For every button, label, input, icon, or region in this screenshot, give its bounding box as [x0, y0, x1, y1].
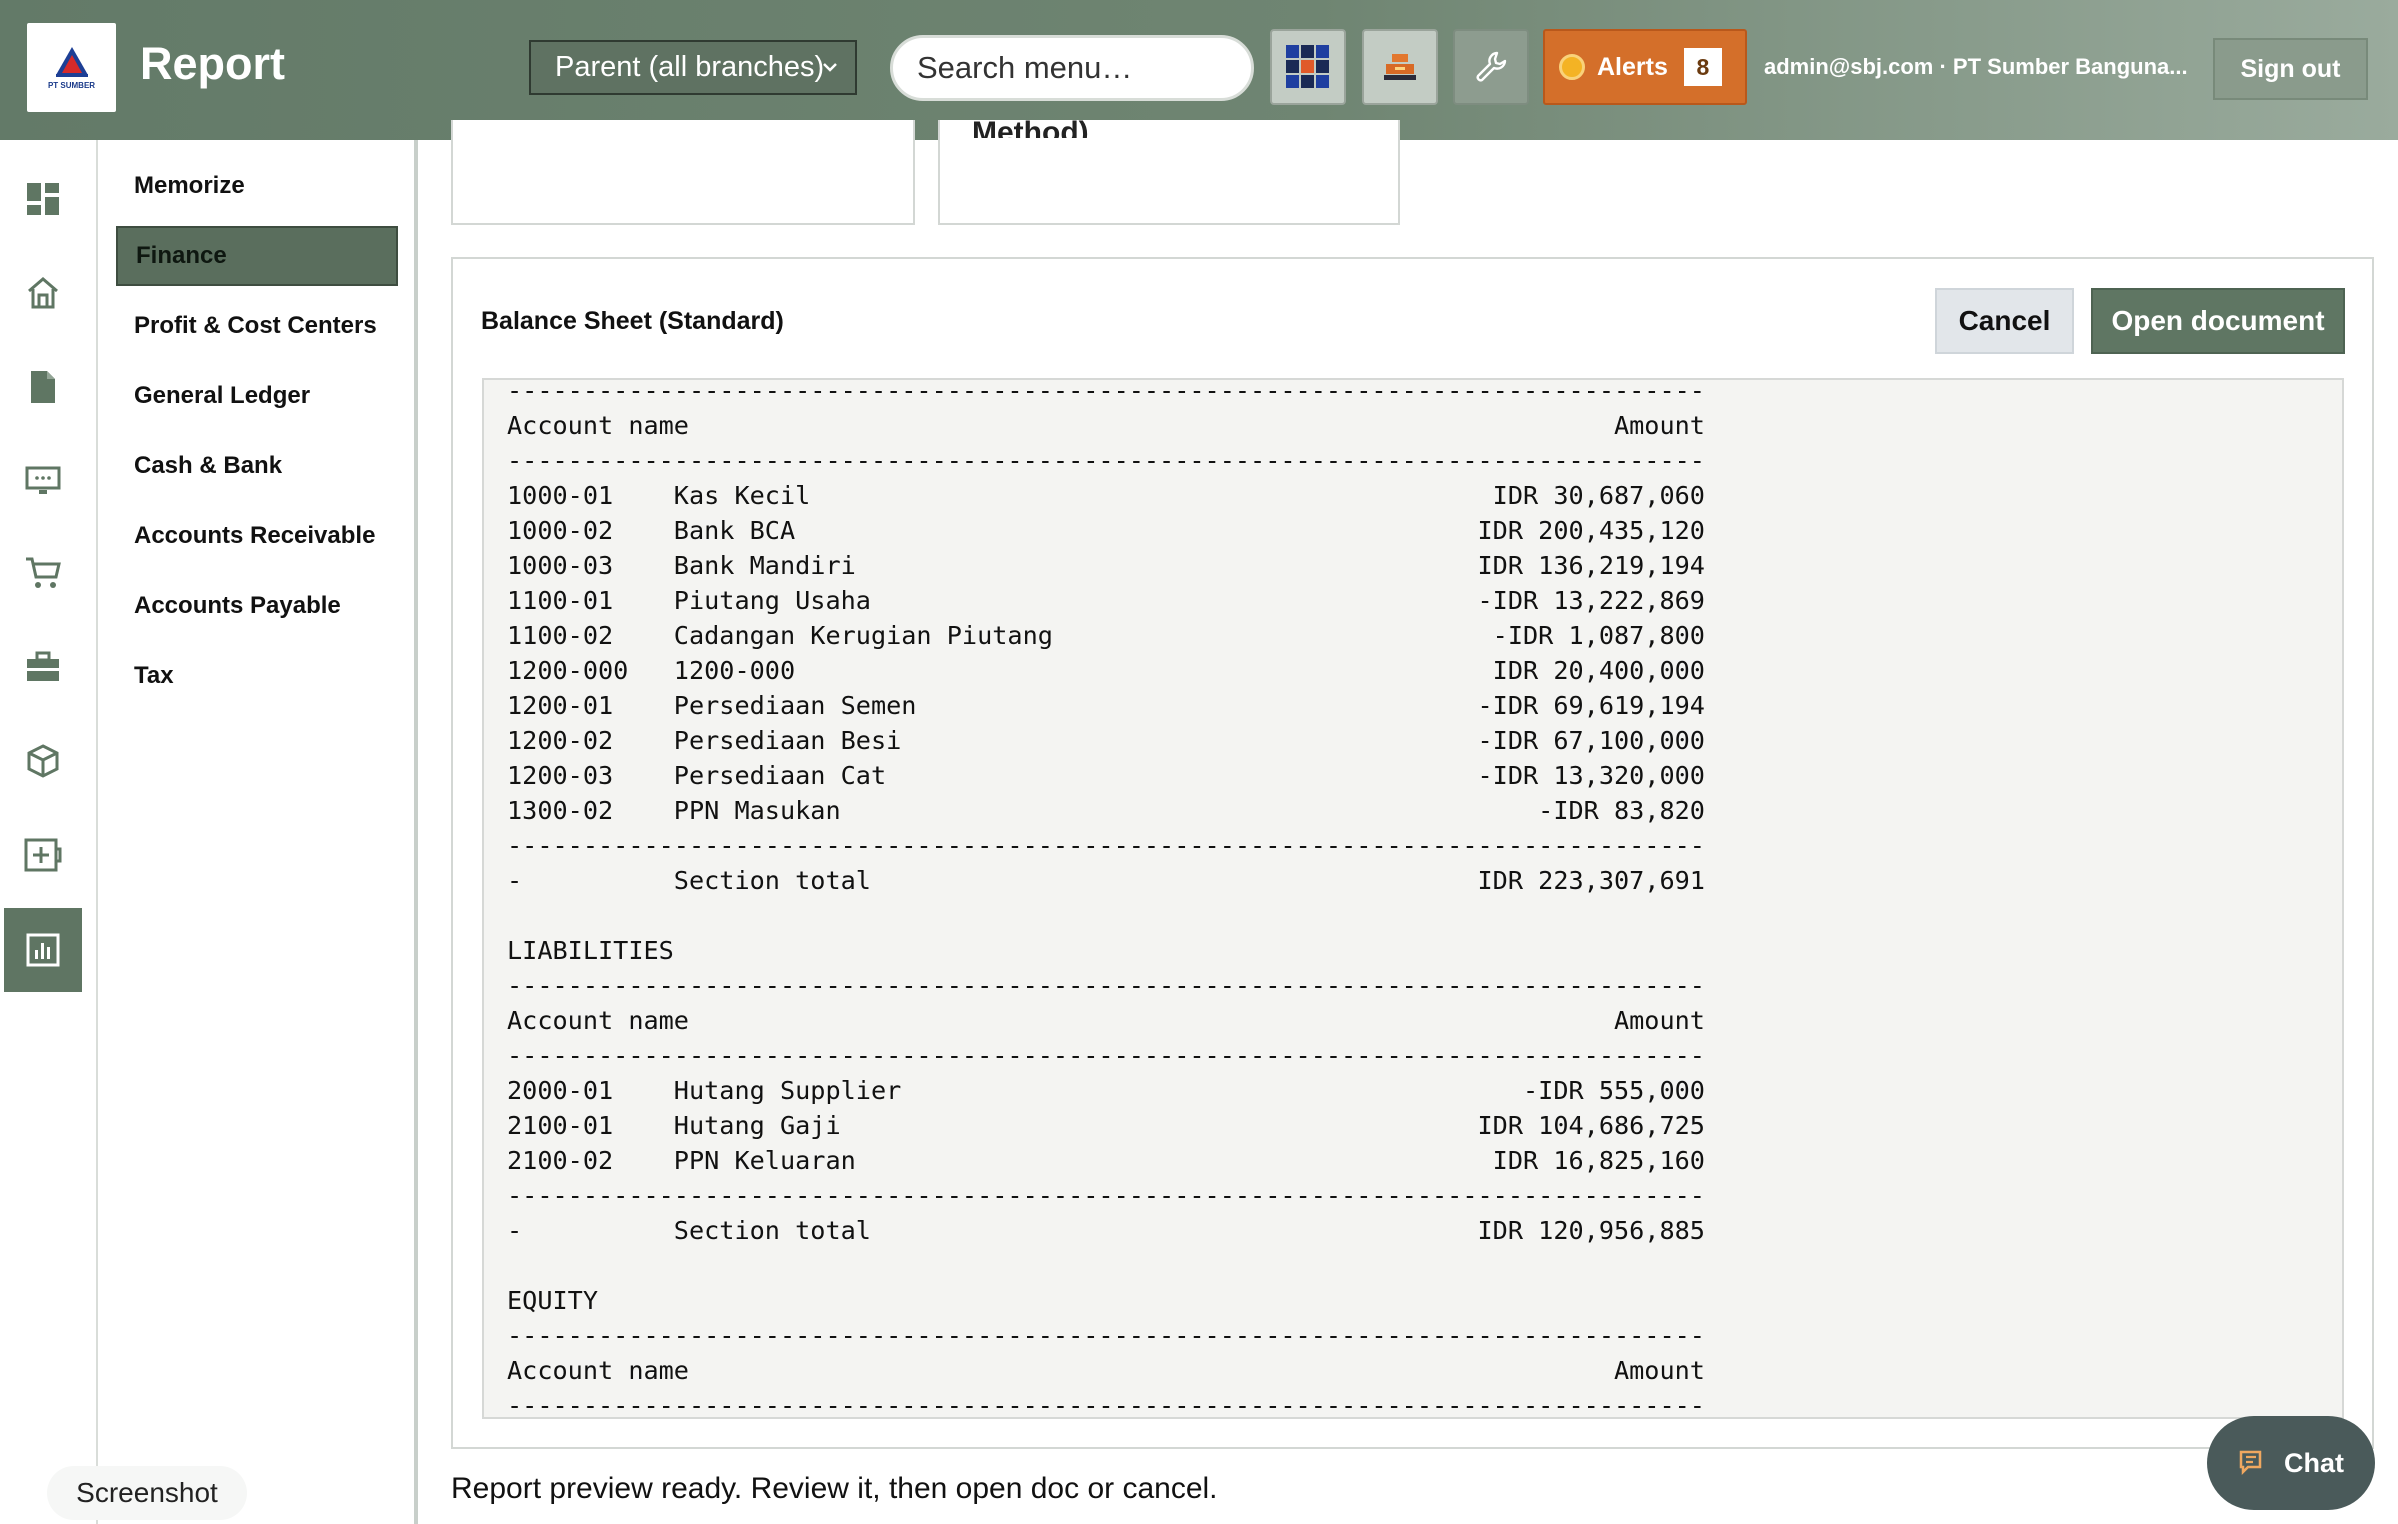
home-icon: [28, 277, 58, 309]
tools-button[interactable]: [1453, 29, 1529, 105]
rail-sales[interactable]: [4, 625, 82, 709]
user-account-label: admin@sbj.com · PT Sumber Banguna...: [1764, 54, 2188, 79]
open-document-button[interactable]: Open document: [2091, 288, 2345, 354]
chat-label: Chat: [2284, 1447, 2344, 1478]
monitor-icon: [25, 466, 61, 494]
briefcase-icon: [27, 651, 59, 681]
preview-title: Balance Sheet (Standard): [481, 307, 784, 335]
company-logo[interactable]: PT SUMBER: [27, 23, 116, 112]
report-card[interactable]: Method): [938, 116, 1400, 225]
status-message: Report preview ready. Review it, then op…: [451, 1472, 1218, 1505]
document-icon: [31, 371, 55, 403]
search-placeholder: Search menu…: [917, 50, 1133, 85]
report-category-nav: Memorize Finance Profit & Cost Centers G…: [98, 140, 418, 1524]
rail-home[interactable]: [4, 251, 82, 335]
top-header: PT SUMBER Report Parent (all branches) S…: [0, 0, 2398, 140]
chevron-down-icon: [823, 63, 837, 72]
grid-icon: [1286, 45, 1329, 88]
alerts-label: Alerts: [1597, 52, 1668, 81]
rail-documents[interactable]: [4, 345, 82, 429]
rail-purchases[interactable]: [4, 531, 82, 615]
alert-dot-icon: [1559, 54, 1585, 80]
cashier-button[interactable]: [1362, 29, 1438, 105]
logo-mark-icon: [55, 47, 88, 77]
cash-register-icon: [1384, 54, 1416, 80]
subnav-item-cash-bank[interactable]: Cash & Bank: [116, 436, 398, 496]
logo-text: PT SUMBER: [47, 81, 96, 90]
subnav-item-memorize[interactable]: Memorize: [116, 156, 398, 216]
rail-pos[interactable]: [4, 439, 82, 523]
box-icon: [27, 744, 59, 778]
subnav-item-accounts-payable[interactable]: Accounts Payable: [116, 576, 398, 636]
search-input[interactable]: Search menu…: [890, 35, 1254, 101]
report-preview-panel: Balance Sheet (Standard) Cancel Open doc…: [451, 257, 2374, 1449]
branch-select-value: Parent (all branches): [555, 51, 825, 83]
subnav-item-tax[interactable]: Tax: [116, 646, 398, 706]
branch-select[interactable]: Parent (all branches): [529, 40, 857, 95]
rail-report[interactable]: [4, 908, 82, 992]
add-box-icon: [24, 838, 62, 872]
dashboard-icon: [27, 183, 59, 215]
subnav-item-accounts-receivable[interactable]: Accounts Receivable: [116, 506, 398, 566]
report-card[interactable]: [451, 120, 915, 225]
alerts-count-badge: 8: [1683, 48, 1722, 86]
alerts-button[interactable]: Alerts 8: [1543, 29, 1747, 105]
cancel-button[interactable]: Cancel: [1935, 288, 2074, 354]
icon-rail: [0, 140, 98, 1524]
rail-inventory[interactable]: [4, 719, 82, 803]
rail-add[interactable]: [4, 813, 82, 897]
screenshot-button[interactable]: Screenshot: [47, 1466, 247, 1520]
page-title: Report: [140, 38, 285, 89]
cart-icon: [26, 557, 61, 588]
sign-out-button[interactable]: Sign out: [2213, 38, 2368, 100]
subnav-item-general-ledger[interactable]: General Ledger: [116, 366, 398, 426]
chat-button[interactable]: Chat: [2207, 1416, 2375, 1510]
report-icon: [26, 933, 60, 967]
rail-dashboard[interactable]: [4, 157, 82, 241]
subnav-item-finance[interactable]: Finance: [116, 226, 398, 286]
subnav-item-profit-cost-centers[interactable]: Profit & Cost Centers: [116, 296, 398, 356]
chat-bubble-icon: [2239, 1450, 2262, 1476]
apps-grid-button[interactable]: [1270, 29, 1346, 105]
report-card-title: Method): [972, 116, 1089, 138]
wrench-icon: [1476, 51, 1507, 82]
report-text: ----------------------------------------…: [507, 378, 1705, 1419]
report-text-preview[interactable]: ----------------------------------------…: [482, 378, 2344, 1419]
